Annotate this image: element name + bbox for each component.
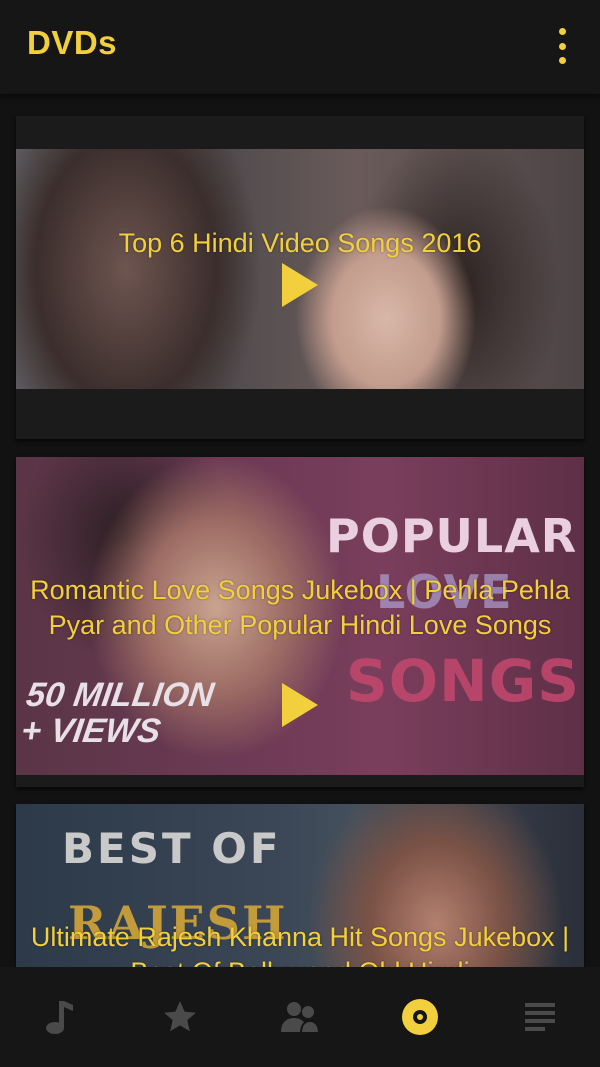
bottom-navigation <box>0 967 600 1067</box>
people-icon[interactable] <box>270 987 330 1047</box>
thumbnail-text: POPULAR <box>326 509 578 563</box>
app-bar: DVDs <box>0 0 600 94</box>
video-title: Romantic Love Songs Jukebox | Pehla Pehl… <box>30 575 570 640</box>
video-title: Top 6 Hindi Video Songs 2016 <box>118 228 482 258</box>
play-icon[interactable] <box>282 263 318 307</box>
thumbnail-text: SONGS <box>346 647 580 715</box>
video-card[interactable]: BEST OF RAJESH Ultimate Rajesh Khanna Hi… <box>16 804 584 967</box>
page-title: DVDs <box>27 24 118 61</box>
video-title: Ultimate Rajesh Khanna Hit Songs Jukebox… <box>30 922 570 967</box>
play-icon[interactable] <box>282 683 318 727</box>
thumbnail-text: 50 MILLION + VIEWS <box>18 676 217 750</box>
video-thumbnail[interactable]: POPULAR LOVE SONGS 50 MILLION + VIEWS Ro… <box>16 457 584 775</box>
thumbnail-text: BEST OF <box>62 824 282 873</box>
video-card[interactable]: Top 6 Hindi Video Songs 2016 <box>16 116 584 439</box>
video-list[interactable]: Top 6 Hindi Video Songs 2016 POPULAR LOV… <box>0 94 600 967</box>
star-icon[interactable] <box>150 987 210 1047</box>
list-icon[interactable] <box>510 987 570 1047</box>
more-vert-icon[interactable] <box>552 28 572 64</box>
video-card[interactable]: POPULAR LOVE SONGS 50 MILLION + VIEWS Ro… <box>16 457 584 787</box>
disc-icon[interactable] <box>390 987 450 1047</box>
video-thumbnail[interactable]: Top 6 Hindi Video Songs 2016 <box>16 149 584 389</box>
video-thumbnail[interactable]: BEST OF RAJESH Ultimate Rajesh Khanna Hi… <box>16 804 584 967</box>
music-note-icon[interactable] <box>30 987 90 1047</box>
